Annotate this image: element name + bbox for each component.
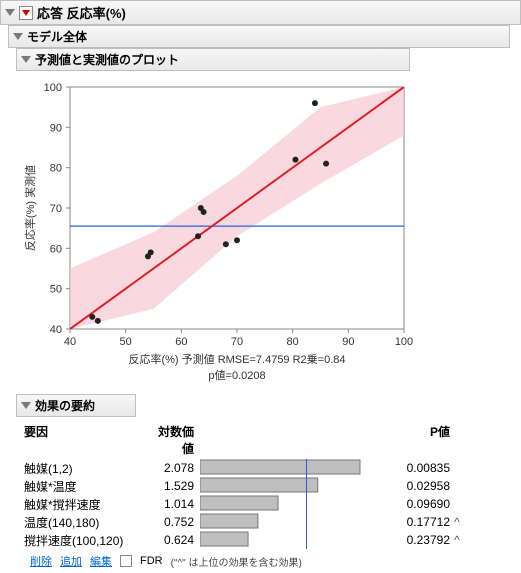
bar-cell xyxy=(200,459,380,478)
col-header-hat xyxy=(450,423,464,457)
model-section-title: モデル全体 xyxy=(27,28,87,45)
disclosure-icon[interactable] xyxy=(21,402,31,409)
svg-text:50: 50 xyxy=(50,284,62,296)
logworth-cell: 0.752 xyxy=(150,515,200,529)
response-title: 応答 反応率(%) xyxy=(37,3,126,22)
disclosure-icon[interactable] xyxy=(5,9,15,16)
svg-text:100: 100 xyxy=(395,336,413,348)
table-row: 触媒*撹拌速度1.014 0.09690 xyxy=(20,495,500,513)
pvalue-cell: 0.23792 xyxy=(380,533,450,547)
disclosure-icon[interactable] xyxy=(13,33,23,40)
svg-text:40: 40 xyxy=(50,324,62,336)
hat-note: ("^" は上位の効果を含む効果) xyxy=(171,554,302,569)
fdr-checkbox[interactable] xyxy=(120,555,132,567)
logworth-cell: 2.078 xyxy=(150,461,200,475)
factor-cell: 触媒(1,2) xyxy=(20,460,150,477)
hat-cell: ^ xyxy=(450,533,464,547)
x-axis-label: 反応率(%) 予測値 RMSE=7.4759 R2乗=0.84 xyxy=(128,352,345,366)
pvalue-cell: 0.17712 xyxy=(380,515,450,529)
edit-link[interactable]: 編集 xyxy=(90,553,112,569)
bar-cell xyxy=(200,531,380,550)
bar-cell xyxy=(200,513,380,532)
factor-cell: 触媒*撹拌速度 xyxy=(20,496,150,513)
table-row: 触媒(1,2)2.078 0.00835 xyxy=(20,459,500,477)
scatter-chart: 4040 50 50 60 60 70 70 80 80 90 90 100 100 反応率(%) 実測値… xyxy=(14,77,414,387)
svg-text:90: 90 xyxy=(50,122,62,134)
add-link[interactable]: 追加 xyxy=(60,553,82,569)
col-header-log: 対数価値 xyxy=(150,423,200,457)
plot-section-header: 予測値と実測値のプロット xyxy=(16,48,410,71)
effect-section-header: 効果の要約 xyxy=(16,394,136,417)
svg-text:80: 80 xyxy=(287,336,299,348)
effect-summary-table: 要因 対数価値 P値 触媒(1,2)2.078 0.00835 触媒*温度1.529… xyxy=(20,421,500,549)
col-header-p: P値 xyxy=(380,423,450,457)
remove-link[interactable]: 削除 xyxy=(30,553,52,569)
factor-cell: 撹拌速度(100,120) xyxy=(20,532,150,549)
pvalue-cell: 0.09690 xyxy=(380,497,450,511)
svg-text:40: 40 xyxy=(64,336,76,348)
svg-text:50: 50 xyxy=(120,336,132,348)
hat-cell: ^ xyxy=(450,515,464,529)
table-row: 温度(140,180)0.752 0.17712^ xyxy=(20,513,500,531)
table-row: 触媒*温度1.529 0.02958 xyxy=(20,477,500,495)
model-section-header: モデル全体 xyxy=(8,25,510,48)
pvalue-cell: 0.02958 xyxy=(380,479,450,493)
svg-text:70: 70 xyxy=(231,336,243,348)
svg-text:60: 60 xyxy=(50,243,62,255)
svg-text:100: 100 xyxy=(44,82,62,94)
p-value-label: p値=0.0208 xyxy=(208,369,265,382)
table-row: 撹拌速度(100,120)0.624 0.23792^ xyxy=(20,531,500,549)
reference-line xyxy=(306,459,307,549)
fdr-label: FDR xyxy=(140,555,163,567)
disclosure-icon[interactable] xyxy=(21,56,31,63)
svg-text:70: 70 xyxy=(50,203,62,215)
pvalue-cell: 0.00835 xyxy=(380,461,450,475)
y-axis-label: 反応率(%) 実測値 xyxy=(23,165,37,251)
plot-section-title: 予測値と実測値のプロット xyxy=(35,51,179,68)
logworth-cell: 0.624 xyxy=(150,533,200,547)
factor-cell: 温度(140,180) xyxy=(20,514,150,531)
svg-text:90: 90 xyxy=(342,336,354,348)
svg-text:80: 80 xyxy=(50,163,62,175)
bar-cell xyxy=(200,477,380,496)
response-header: 応答 反応率(%) xyxy=(0,0,521,25)
table-header-row: 要因 対数価値 P値 xyxy=(20,421,500,459)
bar-cell xyxy=(200,495,380,514)
logworth-cell: 1.529 xyxy=(150,479,200,493)
actual-vs-predicted-plot: 4040 50 50 60 60 70 70 80 80 90 90 100 100 反応率(%) 実測値… xyxy=(14,77,521,390)
logworth-cell: 1.014 xyxy=(150,497,200,511)
factor-cell: 触媒*温度 xyxy=(20,478,150,495)
col-header-factor: 要因 xyxy=(20,423,150,457)
red-triangle-icon xyxy=(22,10,30,16)
svg-text:60: 60 xyxy=(175,336,187,348)
col-header-bar xyxy=(200,423,380,457)
options-menu-button[interactable] xyxy=(19,6,33,20)
effect-section-title: 効果の要約 xyxy=(35,397,95,414)
effect-footer: 削除 追加 編集 FDR ("^" は上位の効果を含む効果) xyxy=(30,553,521,569)
